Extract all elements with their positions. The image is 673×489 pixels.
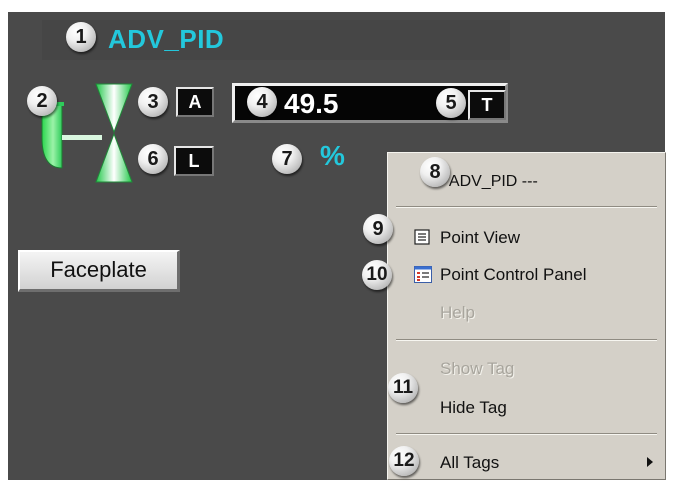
callout-2: 2 [27,86,57,116]
mode-auto-indicator[interactable]: A [176,87,214,117]
pv-units: % [320,140,345,171]
tag-name[interactable]: ADV_PID [108,24,224,55]
menu-header: - ADV_PID --- [440,173,538,190]
callout-10: 10 [362,260,392,290]
menu-item-show-tag: Show Tag [440,359,515,378]
menu-separator [396,206,657,208]
mode-local-indicator[interactable]: L [174,146,214,176]
callout-1: 1 [66,22,96,52]
callout-8: 8 [420,157,450,187]
menu-item-help: Help [440,303,475,322]
callout-12: 12 [389,446,419,476]
callout-4: 4 [247,87,277,117]
callout-5: 5 [436,88,466,118]
context-menu: - ADV_PID --- Point View Point Control P… [387,152,666,480]
menu-separator [396,433,657,435]
menu-item-hide-tag[interactable]: Hide Tag [440,398,507,418]
trend-indicator[interactable]: T [468,90,506,120]
callout-7: 7 [272,144,302,174]
callout-6: 6 [138,144,168,174]
callout-3: 3 [138,87,168,117]
faceplate-button[interactable]: Faceplate [18,250,180,292]
submenu-arrow-icon [647,457,653,467]
menu-item-point-view[interactable]: Point View [440,228,520,248]
menu-item-all-tags[interactable]: All Tags [440,453,499,473]
point-control-panel-icon [414,266,432,283]
point-view-icon [414,229,430,245]
callout-11: 11 [388,373,418,403]
menu-item-point-control-panel[interactable]: Point Control Panel [440,265,586,285]
pv-value: 49.5 [284,88,339,119]
callout-9: 9 [363,214,393,244]
screenshot-canvas: ADV_PID A L 49.5 T % Faceplate - ADV_PID… [0,0,673,489]
menu-separator [396,339,657,341]
